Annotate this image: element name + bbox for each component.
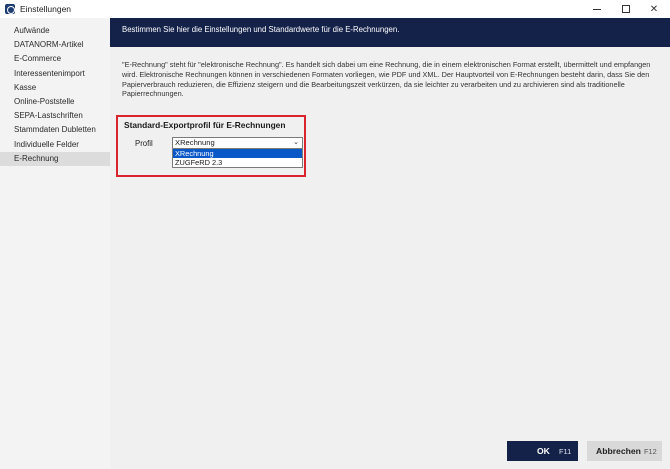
close-button[interactable]: ✕ <box>641 0 667 18</box>
description-text: "E-Rechnung" steht für "elektronische Re… <box>122 60 651 99</box>
sidebar-item-e-rechnung[interactable]: E-Rechnung <box>0 151 110 166</box>
sidebar-item-sepa-lastschriften[interactable]: SEPA-Lastschriften <box>0 109 110 123</box>
ok-button-label: OK <box>537 446 550 456</box>
profile-label: Profil <box>135 139 153 148</box>
sidebar-item-interessentenimport[interactable]: Interessentenimport <box>0 67 110 81</box>
profile-option-zugferd[interactable]: ZUGFeRD 2.3 <box>173 158 302 167</box>
header-banner: Bestimmen Sie hier die Einstellungen und… <box>110 18 670 47</box>
sidebar-list: Aufwände DATANORM-Artikel E-Commerce Int… <box>0 18 110 166</box>
maximize-icon <box>622 5 630 13</box>
maximize-button[interactable] <box>613 0 639 18</box>
minimize-icon <box>593 8 601 10</box>
profile-select-value: XRechnung <box>175 138 215 147</box>
cancel-shortcut-key: F12 <box>644 447 657 456</box>
sidebar-item-aufwaende[interactable]: Aufwände <box>0 24 110 38</box>
sidebar-item-online-poststelle[interactable]: Online-Poststelle <box>0 95 110 109</box>
ok-shortcut-key: F11 <box>559 447 572 456</box>
window-title: Einstellungen <box>20 4 72 14</box>
sidebar-item-individuelle-felder[interactable]: Individuelle Felder <box>0 138 110 152</box>
minimize-button[interactable] <box>584 0 610 18</box>
sidebar-item-stammdaten-dubletten[interactable]: Stammdaten Dubletten <box>0 123 110 137</box>
group-title: Standard-Exportprofil für E-Rechnungen <box>124 120 286 130</box>
chevron-down-icon: ⌄ <box>293 139 299 146</box>
sidebar-item-datanorm-artikel[interactable]: DATANORM-Artikel <box>0 38 110 52</box>
profile-option-xrechnung[interactable]: XRechnung <box>173 149 302 159</box>
title-bar: Einstellungen ✕ <box>0 0 670 18</box>
sidebar-item-kasse[interactable]: Kasse <box>0 81 110 95</box>
sidebar-item-e-commerce[interactable]: E-Commerce <box>0 52 110 66</box>
settings-content: Bestimmen Sie hier die Einstellungen und… <box>110 18 670 469</box>
ok-button[interactable]: OK F11 <box>507 441 578 461</box>
cancel-button-label: Abbrechen <box>596 446 641 456</box>
profile-dropdown-list: XRechnung ZUGFeRD 2.3 <box>172 148 303 168</box>
settings-app-icon <box>5 4 15 14</box>
sidebar: Aufwände DATANORM-Artikel E-Commerce Int… <box>0 18 110 469</box>
export-profile-group: Standard-Exportprofil für E-Rechnungen P… <box>116 115 306 177</box>
cancel-button[interactable]: Abbrechen F12 <box>587 441 662 461</box>
close-icon: ✕ <box>649 3 659 15</box>
